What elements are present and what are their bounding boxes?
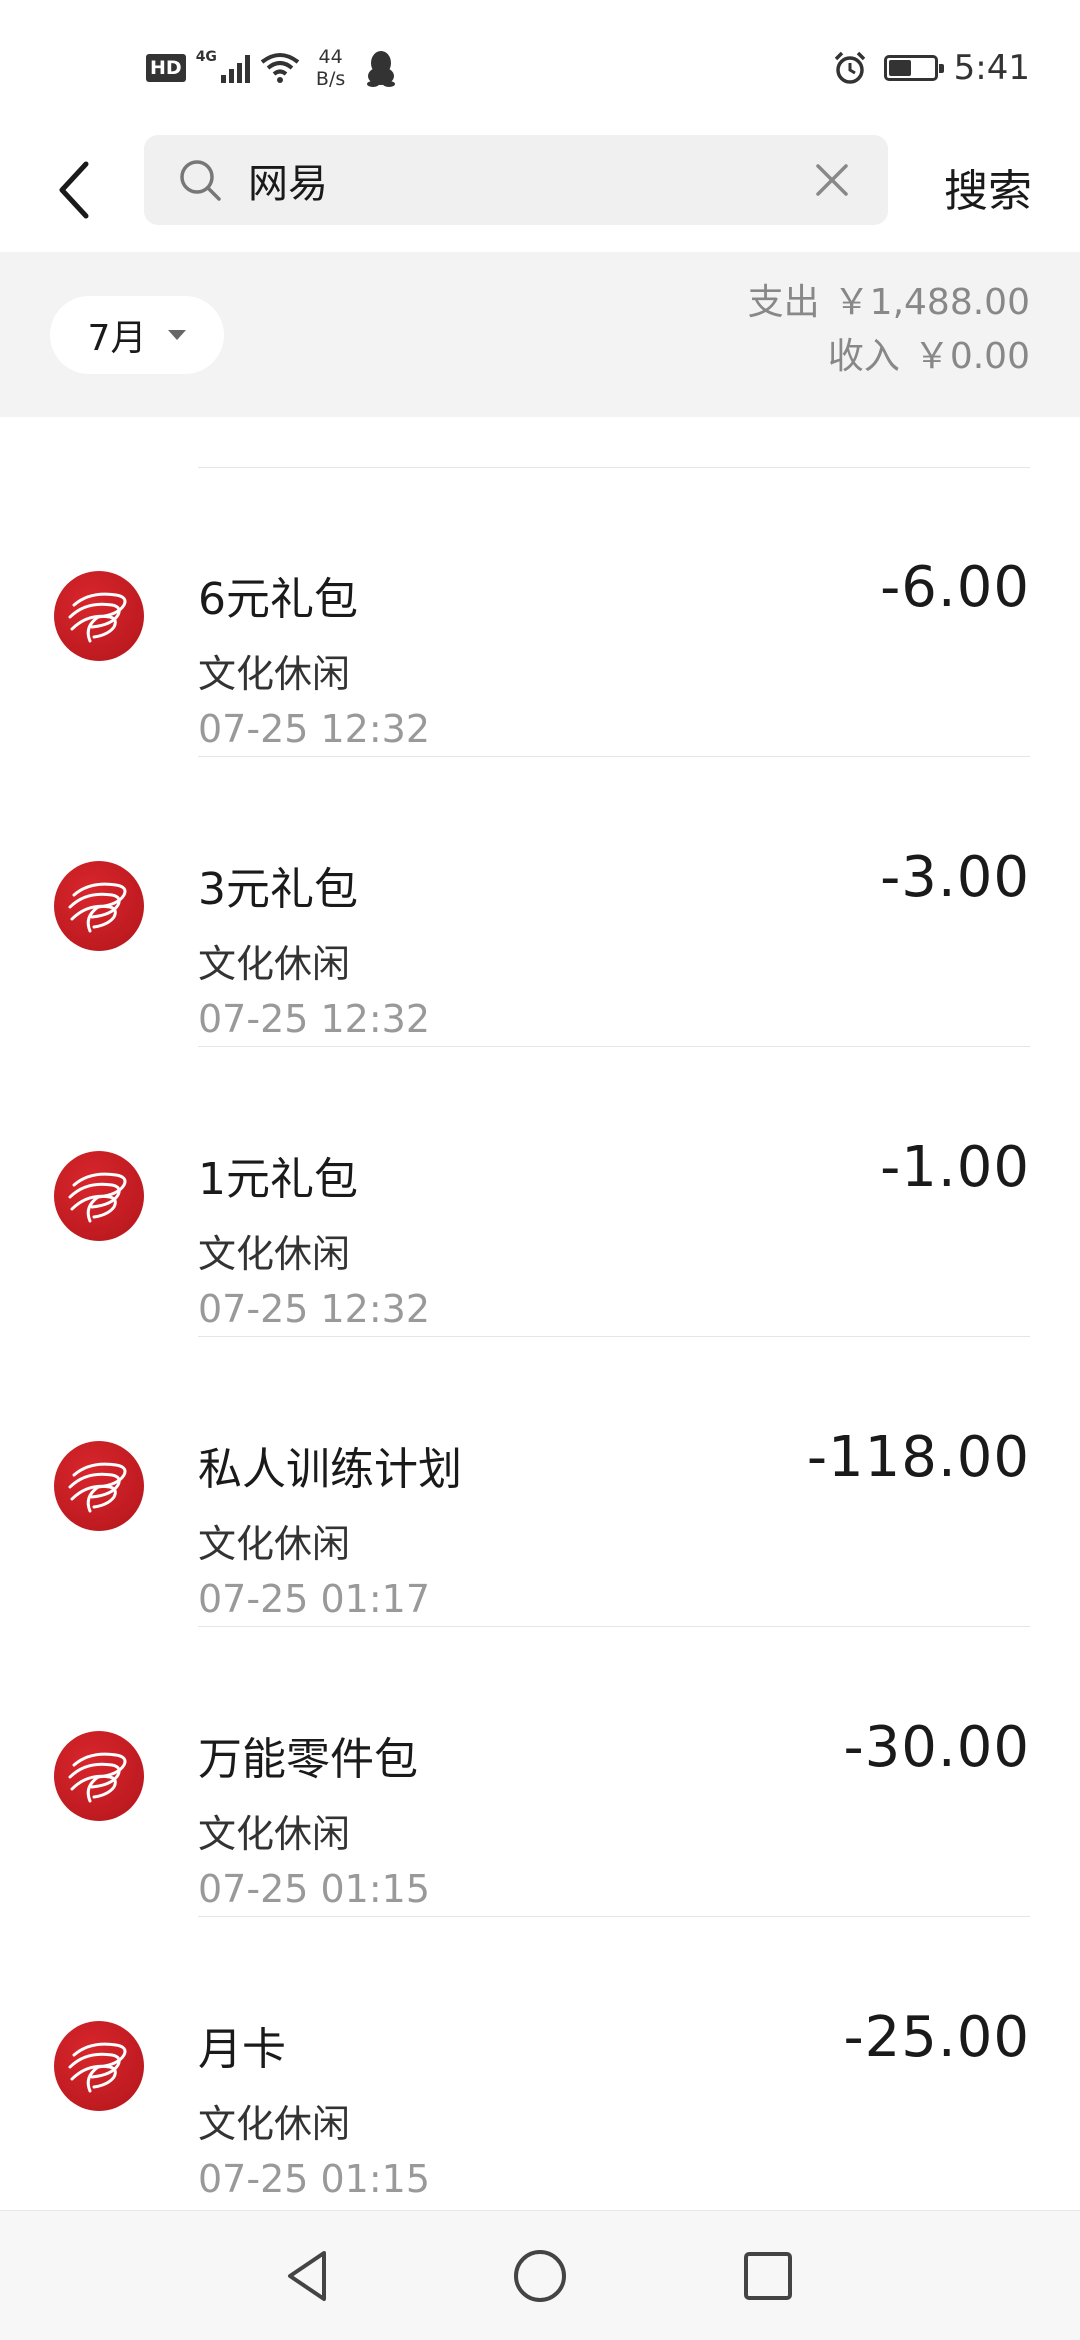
income-row: 收入 ￥0.00 (748, 330, 1030, 384)
transaction-title: 万能零件包 (198, 1734, 418, 1785)
expense-value: ￥1,488.00 (833, 282, 1030, 323)
transaction-amount: -6.00 (880, 555, 1030, 620)
transaction-category: 文化休闲 (198, 2102, 351, 2146)
alarm-icon (834, 51, 865, 84)
bill-search-page: HD 4G 44 B/s 5:41 网易 搜索 7月 支出 ￥1,488.00 … (0, 0, 1080, 2340)
expense-label: 支出 (747, 282, 820, 323)
search-icon (180, 160, 221, 201)
netease-logo-icon (54, 1441, 144, 1531)
transaction-item[interactable]: 6元礼包 文化休闲 07-25 12:32 -6.00 (0, 467, 1080, 757)
transaction-list[interactable]: 6元礼包 文化休闲 07-25 12:32 -6.00 3元礼包 文化休闲 07… (0, 417, 1080, 2210)
expense-row: 支出 ￥1,488.00 (748, 276, 1030, 330)
transaction-time: 07-25 12:32 (198, 1287, 431, 1331)
transaction-category: 文化休闲 (198, 652, 351, 696)
transaction-category: 文化休闲 (198, 1232, 351, 1276)
back-button[interactable] (44, 148, 104, 232)
transaction-time: 07-25 12:32 (198, 997, 431, 1041)
chevron-left-icon (59, 161, 89, 219)
netease-logo-icon (54, 2021, 144, 2111)
hd-badge: HD (146, 54, 186, 82)
nav-recent-button[interactable] (733, 2241, 803, 2311)
transaction-amount: -1.00 (880, 1135, 1030, 1200)
status-right: 5:41 (832, 40, 1030, 96)
netease-logo-icon (54, 571, 144, 661)
triangle-back-icon (288, 2251, 326, 2301)
signal-icon (220, 53, 250, 83)
transaction-title: 月卡 (198, 2024, 286, 2075)
square-recent-icon (744, 2252, 792, 2300)
circle-home-icon (514, 2250, 566, 2302)
month-selector[interactable]: 7月 (50, 296, 224, 374)
transaction-item[interactable]: 私人训练计划 文化休闲 07-25 01:17 -118.00 (0, 1337, 1080, 1627)
transaction-time: 07-25 01:17 (198, 1577, 431, 1621)
transaction-item[interactable]: 月卡 文化休闲 07-25 01:15 -25.00 (0, 1917, 1080, 2207)
status-bar: HD 4G 44 B/s 5:41 (0, 0, 1080, 130)
search-box[interactable] (144, 135, 888, 225)
transaction-amount: -118.00 (806, 1425, 1030, 1490)
network-type: 4G (195, 49, 217, 65)
transaction-amount: -3.00 (880, 845, 1030, 910)
totals: 支出 ￥1,488.00 收入 ￥0.00 (748, 276, 1030, 384)
transaction-amount: -25.00 (843, 2005, 1030, 2070)
transaction-item[interactable]: 3元礼包 文化休闲 07-25 12:32 -3.00 (0, 757, 1080, 1047)
status-left: HD 4G 44 B/s (146, 40, 397, 96)
month-summary: 7月 支出 ￥1,488.00 收入 ￥0.00 (0, 252, 1080, 417)
transaction-category: 文化休闲 (198, 1812, 351, 1856)
search-input[interactable] (248, 135, 808, 225)
transaction-title: 3元礼包 (198, 864, 358, 915)
netease-logo-icon (54, 1731, 144, 1821)
netease-logo-icon (54, 1151, 144, 1241)
transaction-title: 1元礼包 (198, 1154, 358, 1205)
nav-back-button[interactable] (272, 2241, 342, 2311)
caret-down-icon (168, 330, 187, 340)
transaction-time: 07-25 01:15 (198, 2157, 431, 2201)
navigation-bar (0, 2210, 1080, 2340)
speed-unit: B/s (315, 68, 346, 90)
transaction-item[interactable]: 万能零件包 文化休闲 07-25 01:15 -30.00 (0, 1627, 1080, 1917)
netease-logo-icon (54, 861, 144, 951)
search-header: 搜索 (0, 130, 1080, 250)
income-label: 收入 (827, 336, 900, 377)
transaction-amount: -30.00 (843, 1715, 1030, 1780)
speed-value: 44 (318, 46, 343, 68)
transaction-time: 07-25 01:15 (198, 1867, 431, 1911)
nav-home-button[interactable] (505, 2241, 575, 2311)
transaction-title: 私人训练计划 (198, 1444, 462, 1495)
income-value: ￥0.00 (913, 336, 1030, 377)
transaction-category: 文化休闲 (198, 942, 351, 986)
month-label: 7月 (87, 318, 147, 359)
wifi-icon (260, 53, 300, 83)
qq-penguin-icon (367, 51, 396, 87)
transaction-category: 文化休闲 (198, 1522, 351, 1566)
battery-icon (883, 55, 944, 81)
close-icon[interactable] (812, 160, 852, 200)
transaction-time: 07-25 12:32 (198, 707, 431, 751)
search-button[interactable]: 搜索 (944, 152, 1032, 232)
transaction-title: 6元礼包 (198, 574, 358, 625)
battery-fill (888, 60, 911, 76)
network-speed: 44 B/s (316, 46, 345, 90)
transaction-item[interactable]: 1元礼包 文化休闲 07-25 12:32 -1.00 (0, 1047, 1080, 1337)
clock: 5:41 (953, 48, 1030, 88)
